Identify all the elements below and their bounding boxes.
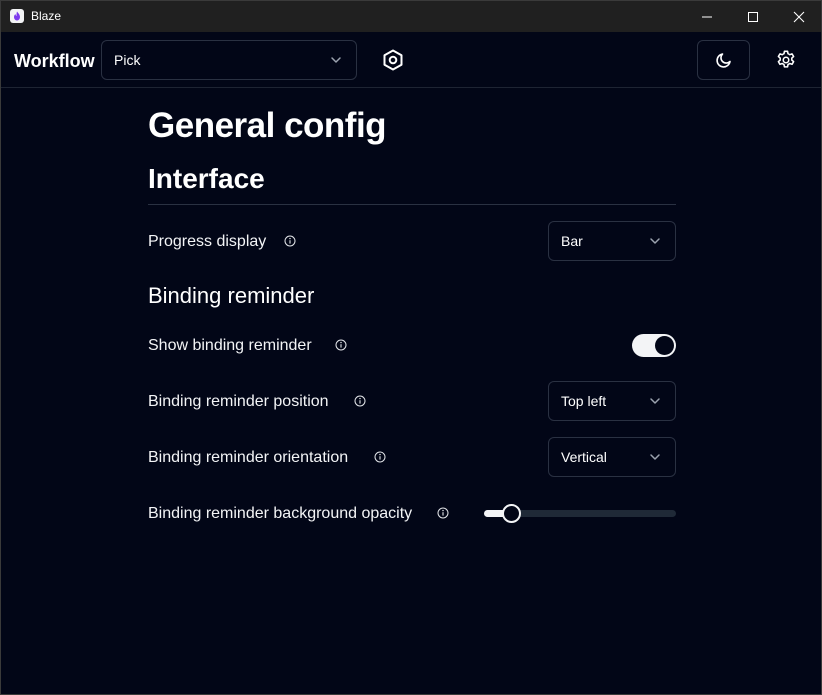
minimize-button[interactable] — [684, 1, 730, 32]
maximize-icon — [748, 11, 758, 22]
settings-button[interactable] — [766, 40, 806, 80]
section-title-binding-reminder: Binding reminder — [148, 283, 315, 308]
close-icon — [793, 11, 805, 22]
binding-reminder-opacity-label: Binding reminder background opacity — [148, 505, 413, 522]
page-title: General config — [148, 106, 387, 145]
binding-reminder-position-value: Top left — [561, 393, 607, 409]
workflow-select-value: Pick — [114, 52, 141, 68]
binding-reminder-position-select[interactable]: Top left — [548, 381, 676, 421]
theme-toggle-button[interactable] — [697, 40, 750, 80]
minimize-icon — [702, 16, 712, 17]
progress-display-label: Progress display — [148, 233, 267, 250]
chevron-down-icon — [331, 57, 341, 63]
info-icon[interactable] — [437, 507, 449, 519]
brand-label: Workflow — [14, 51, 95, 71]
section-divider — [148, 204, 676, 205]
show-binding-reminder-toggle[interactable] — [632, 334, 676, 357]
opacity-slider[interactable] — [484, 504, 676, 523]
window-title: Blaze — [31, 9, 62, 23]
info-icon[interactable] — [354, 395, 366, 407]
gear-icon — [777, 50, 795, 68]
info-icon[interactable] — [284, 235, 296, 247]
moon-icon — [715, 53, 731, 68]
progress-display-select[interactable]: Bar — [548, 221, 676, 261]
workflow-select[interactable]: Pick — [101, 40, 357, 80]
app-window: Blaze Workflow Pick General config Inter… — [0, 0, 822, 695]
info-icon[interactable] — [335, 339, 347, 351]
section-title-interface: Interface — [148, 163, 265, 194]
binding-reminder-orientation-label: Binding reminder orientation — [148, 449, 349, 466]
progress-display-value: Bar — [561, 233, 583, 249]
flame-icon — [10, 9, 24, 23]
title-bar[interactable]: Blaze — [1, 1, 821, 32]
slider-thumb[interactable] — [501, 504, 521, 523]
binding-reminder-position-label: Binding reminder position — [148, 393, 329, 410]
binding-reminder-orientation-value: Vertical — [561, 449, 607, 465]
info-icon[interactable] — [374, 451, 386, 463]
maximize-button[interactable] — [730, 1, 776, 32]
toggle-knob — [655, 336, 674, 355]
chevron-down-icon — [650, 238, 660, 244]
close-button[interactable] — [776, 1, 822, 32]
show-binding-reminder-label: Show binding reminder — [148, 337, 312, 354]
workflow-config-button[interactable] — [373, 40, 413, 80]
chevron-down-icon — [650, 398, 660, 404]
binding-reminder-orientation-select[interactable]: Vertical — [548, 437, 676, 477]
chevron-down-icon — [650, 454, 660, 460]
hexagon-icon — [383, 49, 403, 71]
